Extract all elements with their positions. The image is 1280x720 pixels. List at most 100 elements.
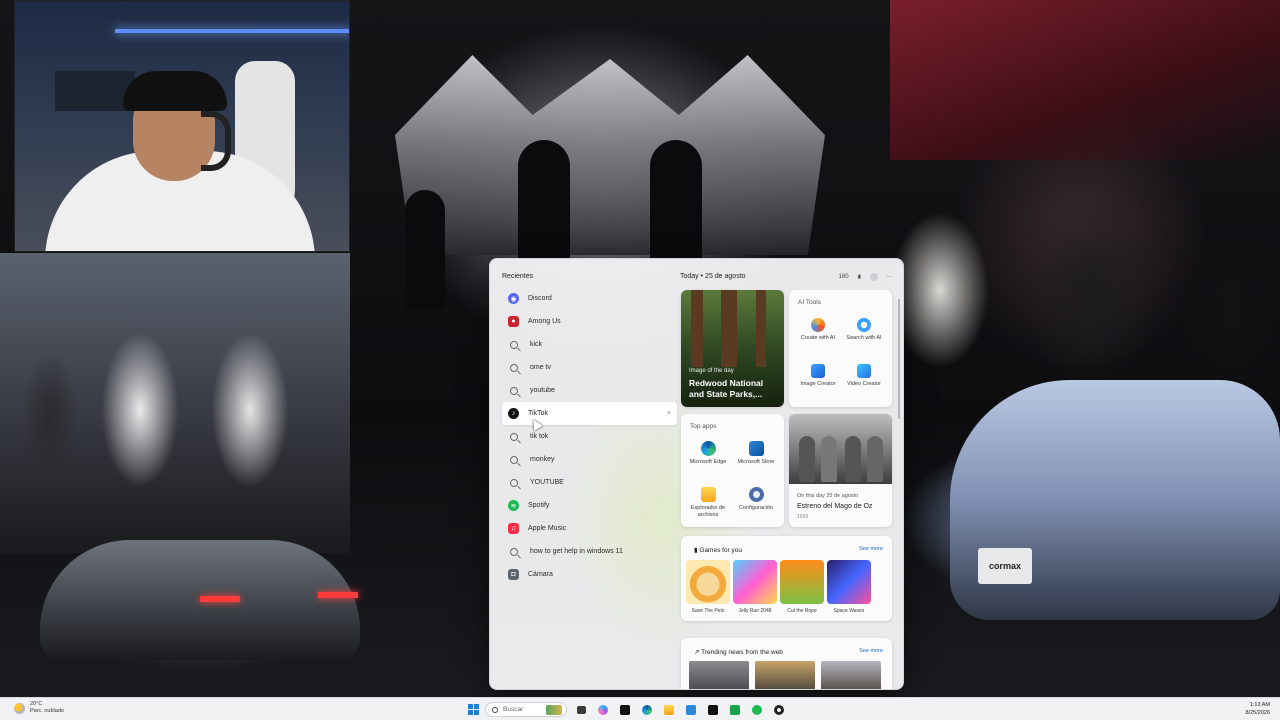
among-us-icon: ●	[508, 316, 519, 327]
recent-item-camera[interactable]: ◘ Cámara	[502, 563, 677, 586]
camera-icon: ◘	[508, 569, 519, 580]
terminal-taskbar-button[interactable]	[727, 702, 743, 718]
widgets-date: Today • 25 de agosto	[680, 273, 746, 280]
create-with-ai-button[interactable]: Create with AI	[795, 318, 841, 341]
tiktok-taskbar-button[interactable]	[617, 702, 633, 718]
games-title: ▮ Games for you	[694, 546, 742, 554]
obs-icon	[774, 704, 784, 715]
trophy-icon[interactable]: ♜	[857, 274, 862, 281]
recent-item-label: Apple Music	[528, 525, 567, 532]
capcut-taskbar-button[interactable]	[705, 702, 721, 718]
news-see-more-link[interactable]: See more	[859, 648, 883, 654]
webcam-led-strip	[115, 29, 349, 33]
store-icon	[686, 704, 696, 715]
search-icon	[510, 386, 518, 395]
search-with-ai-button[interactable]: Search with AI	[841, 318, 887, 341]
video-creator-icon	[857, 364, 871, 378]
game-label: Space Waves	[833, 608, 865, 614]
top-apps-title: Top apps	[690, 423, 717, 430]
store-taskbar-button[interactable]	[683, 702, 699, 718]
wallpaper-taillight	[318, 592, 358, 598]
games-title-label: Games for you	[699, 547, 743, 554]
recent-item-among-us[interactable]: ● Among Us	[502, 310, 677, 333]
recent-item-apple-music[interactable]: ♫ Apple Music	[502, 517, 677, 540]
recent-title: Recientes	[502, 273, 534, 280]
image-creator-button[interactable]: Image Creator	[795, 364, 841, 387]
recent-item-search-youtube[interactable]: youtube	[502, 379, 677, 402]
taskbar-center: Buscar	[468, 700, 787, 719]
wallpaper-arch	[518, 140, 570, 260]
news-thumbnail[interactable]	[755, 661, 815, 689]
search-icon	[510, 363, 518, 372]
tiktok-icon	[620, 704, 630, 715]
webcam-headset	[201, 111, 231, 171]
recent-item-search-ome-tv[interactable]: ome tv	[502, 356, 677, 379]
games-see-more-link[interactable]: See more	[859, 546, 883, 552]
rewards-points[interactable]: 160	[839, 274, 849, 280]
wallpaper-crowd	[20, 280, 340, 520]
on-this-day-photo	[789, 414, 892, 484]
taskbar: 20°C Parc. nublado Buscar 1:13 AM 8/25/2…	[0, 697, 1280, 720]
on-this-day-date: On this day 25 de agosto	[797, 493, 859, 499]
spotify-icon	[752, 704, 762, 715]
clock-date: 8/25/2026	[1245, 710, 1270, 716]
windows-start-icon[interactable]	[468, 704, 479, 715]
game-tile	[780, 560, 824, 604]
search-icon	[510, 432, 518, 441]
copilot-button[interactable]	[595, 702, 611, 718]
recent-item-label: Discord	[528, 295, 552, 302]
tool-label: Video Creator	[847, 381, 881, 387]
search-highlight-icon	[546, 705, 562, 715]
folder-icon	[700, 487, 716, 502]
image-of-the-day-label: Image of the day	[689, 368, 734, 374]
tiktok-icon: ♪	[508, 408, 519, 419]
app-label: Configuración	[739, 505, 773, 511]
profile-icon[interactable]	[870, 273, 878, 281]
obs-taskbar-button[interactable]	[771, 702, 787, 718]
recent-item-label: Cámara	[528, 571, 553, 578]
on-this-day-title: Estreno del Mago de Oz	[797, 503, 873, 510]
game-cut-the-rope[interactable]: Cut the Rope	[780, 560, 824, 614]
image-of-the-day-card[interactable]: Image of the day Redwood National and St…	[681, 290, 784, 407]
app-microsoft-edge[interactable]: Microsoft Edge	[683, 441, 733, 466]
game-save-the-pets[interactable]: Save The Pets	[686, 560, 730, 614]
taskbar-search-box[interactable]: Buscar	[485, 702, 567, 717]
recent-item-spotify[interactable]: ≋ Spotify	[502, 494, 677, 517]
trending-news-card: ↗ Trending news from the web See more	[681, 638, 892, 689]
video-creator-button[interactable]: Video Creator	[841, 364, 887, 387]
recent-item-search-tik-tok[interactable]: tik tok	[502, 425, 677, 448]
weather-widget[interactable]: 20°C Parc. nublado	[14, 701, 64, 715]
widgets-scrollbar[interactable]	[898, 299, 900, 419]
recent-item-search-monkey[interactable]: monkey	[502, 448, 677, 471]
news-thumbnail[interactable]	[821, 661, 881, 689]
task-view-button[interactable]	[573, 702, 589, 718]
capcut-icon	[708, 704, 718, 715]
game-space-waves[interactable]: Space Waves	[827, 560, 871, 614]
game-label: Jelly Run 2048	[738, 608, 772, 614]
store-icon	[748, 441, 764, 456]
recent-item-label: how to get help in windows 11	[530, 548, 623, 555]
news-thumbnail[interactable]	[689, 661, 749, 689]
recent-item-search-youtube-caps[interactable]: YOUTUBE	[502, 471, 677, 494]
search-icon	[510, 547, 518, 556]
recent-item-search-kick[interactable]: kick	[502, 333, 677, 356]
recent-item-search-help[interactable]: how to get help in windows 11	[502, 540, 677, 563]
app-file-explorer[interactable]: Explorador de archivos	[683, 487, 733, 519]
app-microsoft-store[interactable]: Microsoft Store	[731, 441, 781, 466]
spotify-taskbar-button[interactable]	[749, 702, 765, 718]
close-icon[interactable]: ×	[667, 410, 671, 417]
app-settings[interactable]: Configuración	[731, 487, 781, 512]
weather-text: 20°C Parc. nublado	[30, 701, 64, 715]
recent-item-discord[interactable]: ◉ Discord	[502, 287, 677, 310]
on-this-day-card[interactable]: On this day 25 de agosto Estreno del Mag…	[789, 414, 892, 527]
wallpaper-metal-logo	[395, 55, 825, 255]
wallpaper-license-plate: cormax	[978, 548, 1032, 584]
edge-taskbar-button[interactable]	[639, 702, 655, 718]
file-explorer-taskbar-button[interactable]	[661, 702, 677, 718]
app-label: Microsoft Edge	[689, 459, 727, 465]
recent-item-label: ome tv	[530, 364, 552, 371]
more-options-button[interactable]: ···	[886, 274, 892, 280]
game-jelly-run-2048[interactable]: Jelly Run 2048	[733, 560, 777, 614]
taskbar-clock[interactable]: 1:13 AM 8/25/2026	[1246, 701, 1270, 717]
ai-tools-card: AI Tools Create with AI Search with AI I…	[789, 290, 892, 407]
